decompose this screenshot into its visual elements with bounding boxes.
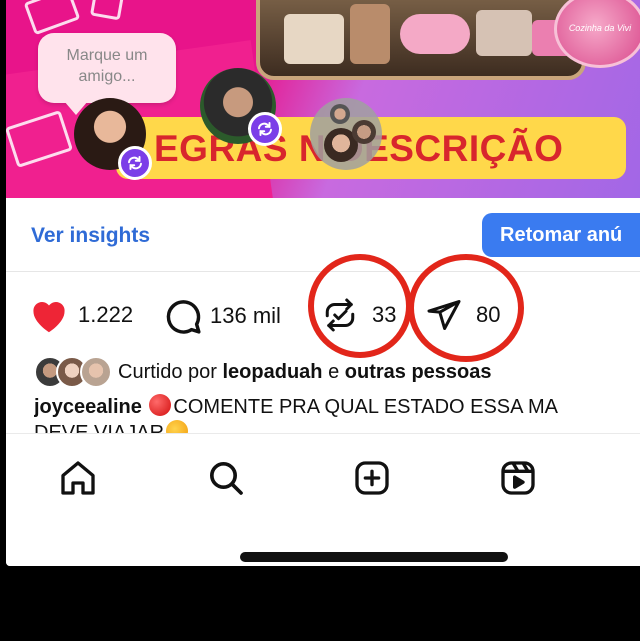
instagram-post-view: Cozinha da Vivi Marque um amigo... EGRAS… (6, 0, 640, 566)
annotation-circle-reposts (308, 254, 412, 358)
like-action[interactable]: 1.222 (28, 296, 133, 334)
gift-outline-decoration (23, 0, 81, 36)
phone-screen: Cozinha da Vivi Marque um amigo... EGRAS… (0, 0, 640, 641)
comment-icon[interactable] (164, 297, 202, 335)
post-image[interactable]: Cozinha da Vivi Marque um amigo... EGRAS… (6, 0, 640, 198)
tab-search[interactable] (204, 456, 248, 500)
heart-icon[interactable] (28, 296, 70, 334)
tab-reels[interactable] (496, 456, 540, 500)
liked-by-user[interactable]: leopaduah (223, 361, 323, 384)
home-indicator[interactable] (240, 552, 508, 562)
caption-username[interactable]: joyceealine (34, 396, 142, 418)
search-icon[interactable] (206, 458, 246, 498)
likes-count[interactable]: 1.222 (78, 302, 133, 328)
liked-by-avatars (34, 356, 114, 388)
plate-text: Cozinha da Vivi (568, 23, 632, 33)
avatar (80, 356, 112, 388)
tagged-avatar-group[interactable] (310, 98, 382, 170)
makeup-case-photo (256, 0, 586, 80)
insights-row: Ver insights Retomar anú (6, 198, 640, 272)
gift-outline-decoration (89, 0, 125, 21)
liked-by-joiner: e (328, 360, 340, 383)
post-caption[interactable]: joyceealine COMENTE PRA QUAL ESTADO ESSA… (34, 393, 640, 433)
annotation-circle-shares (408, 254, 524, 362)
caption-text-line1: COMENTE PRA QUAL ESTADO ESSA MA (173, 396, 558, 418)
speech-bubble: Marque um amigo... (38, 33, 176, 115)
caption-text-line2: DEVE VIAJAR (34, 422, 165, 433)
home-icon[interactable] (58, 458, 98, 498)
view-insights-link[interactable]: Ver insights (31, 224, 150, 248)
comments-count[interactable]: 136 mil (210, 303, 281, 329)
post-actions-row: 1.222 136 mil 33 80 (6, 254, 640, 362)
resume-ad-button[interactable]: Retomar anú (482, 213, 640, 257)
comment-action[interactable]: 136 mil (164, 297, 281, 335)
reels-icon[interactable] (498, 458, 538, 498)
emoji-icon (166, 420, 189, 433)
repost-badge-icon (248, 112, 282, 146)
repost-badge-icon (118, 146, 152, 180)
liked-by-row[interactable]: Curtido por leopaduah e outras pessoas (34, 355, 492, 389)
red-circle-emoji-icon (149, 394, 172, 416)
liked-by-prefix: Curtido por (118, 360, 217, 383)
tab-home[interactable] (56, 456, 100, 500)
bottom-tab-bar (6, 433, 640, 566)
tab-create[interactable] (350, 456, 394, 500)
create-icon[interactable] (352, 458, 392, 498)
liked-by-others[interactable]: outras pessoas (345, 361, 492, 384)
